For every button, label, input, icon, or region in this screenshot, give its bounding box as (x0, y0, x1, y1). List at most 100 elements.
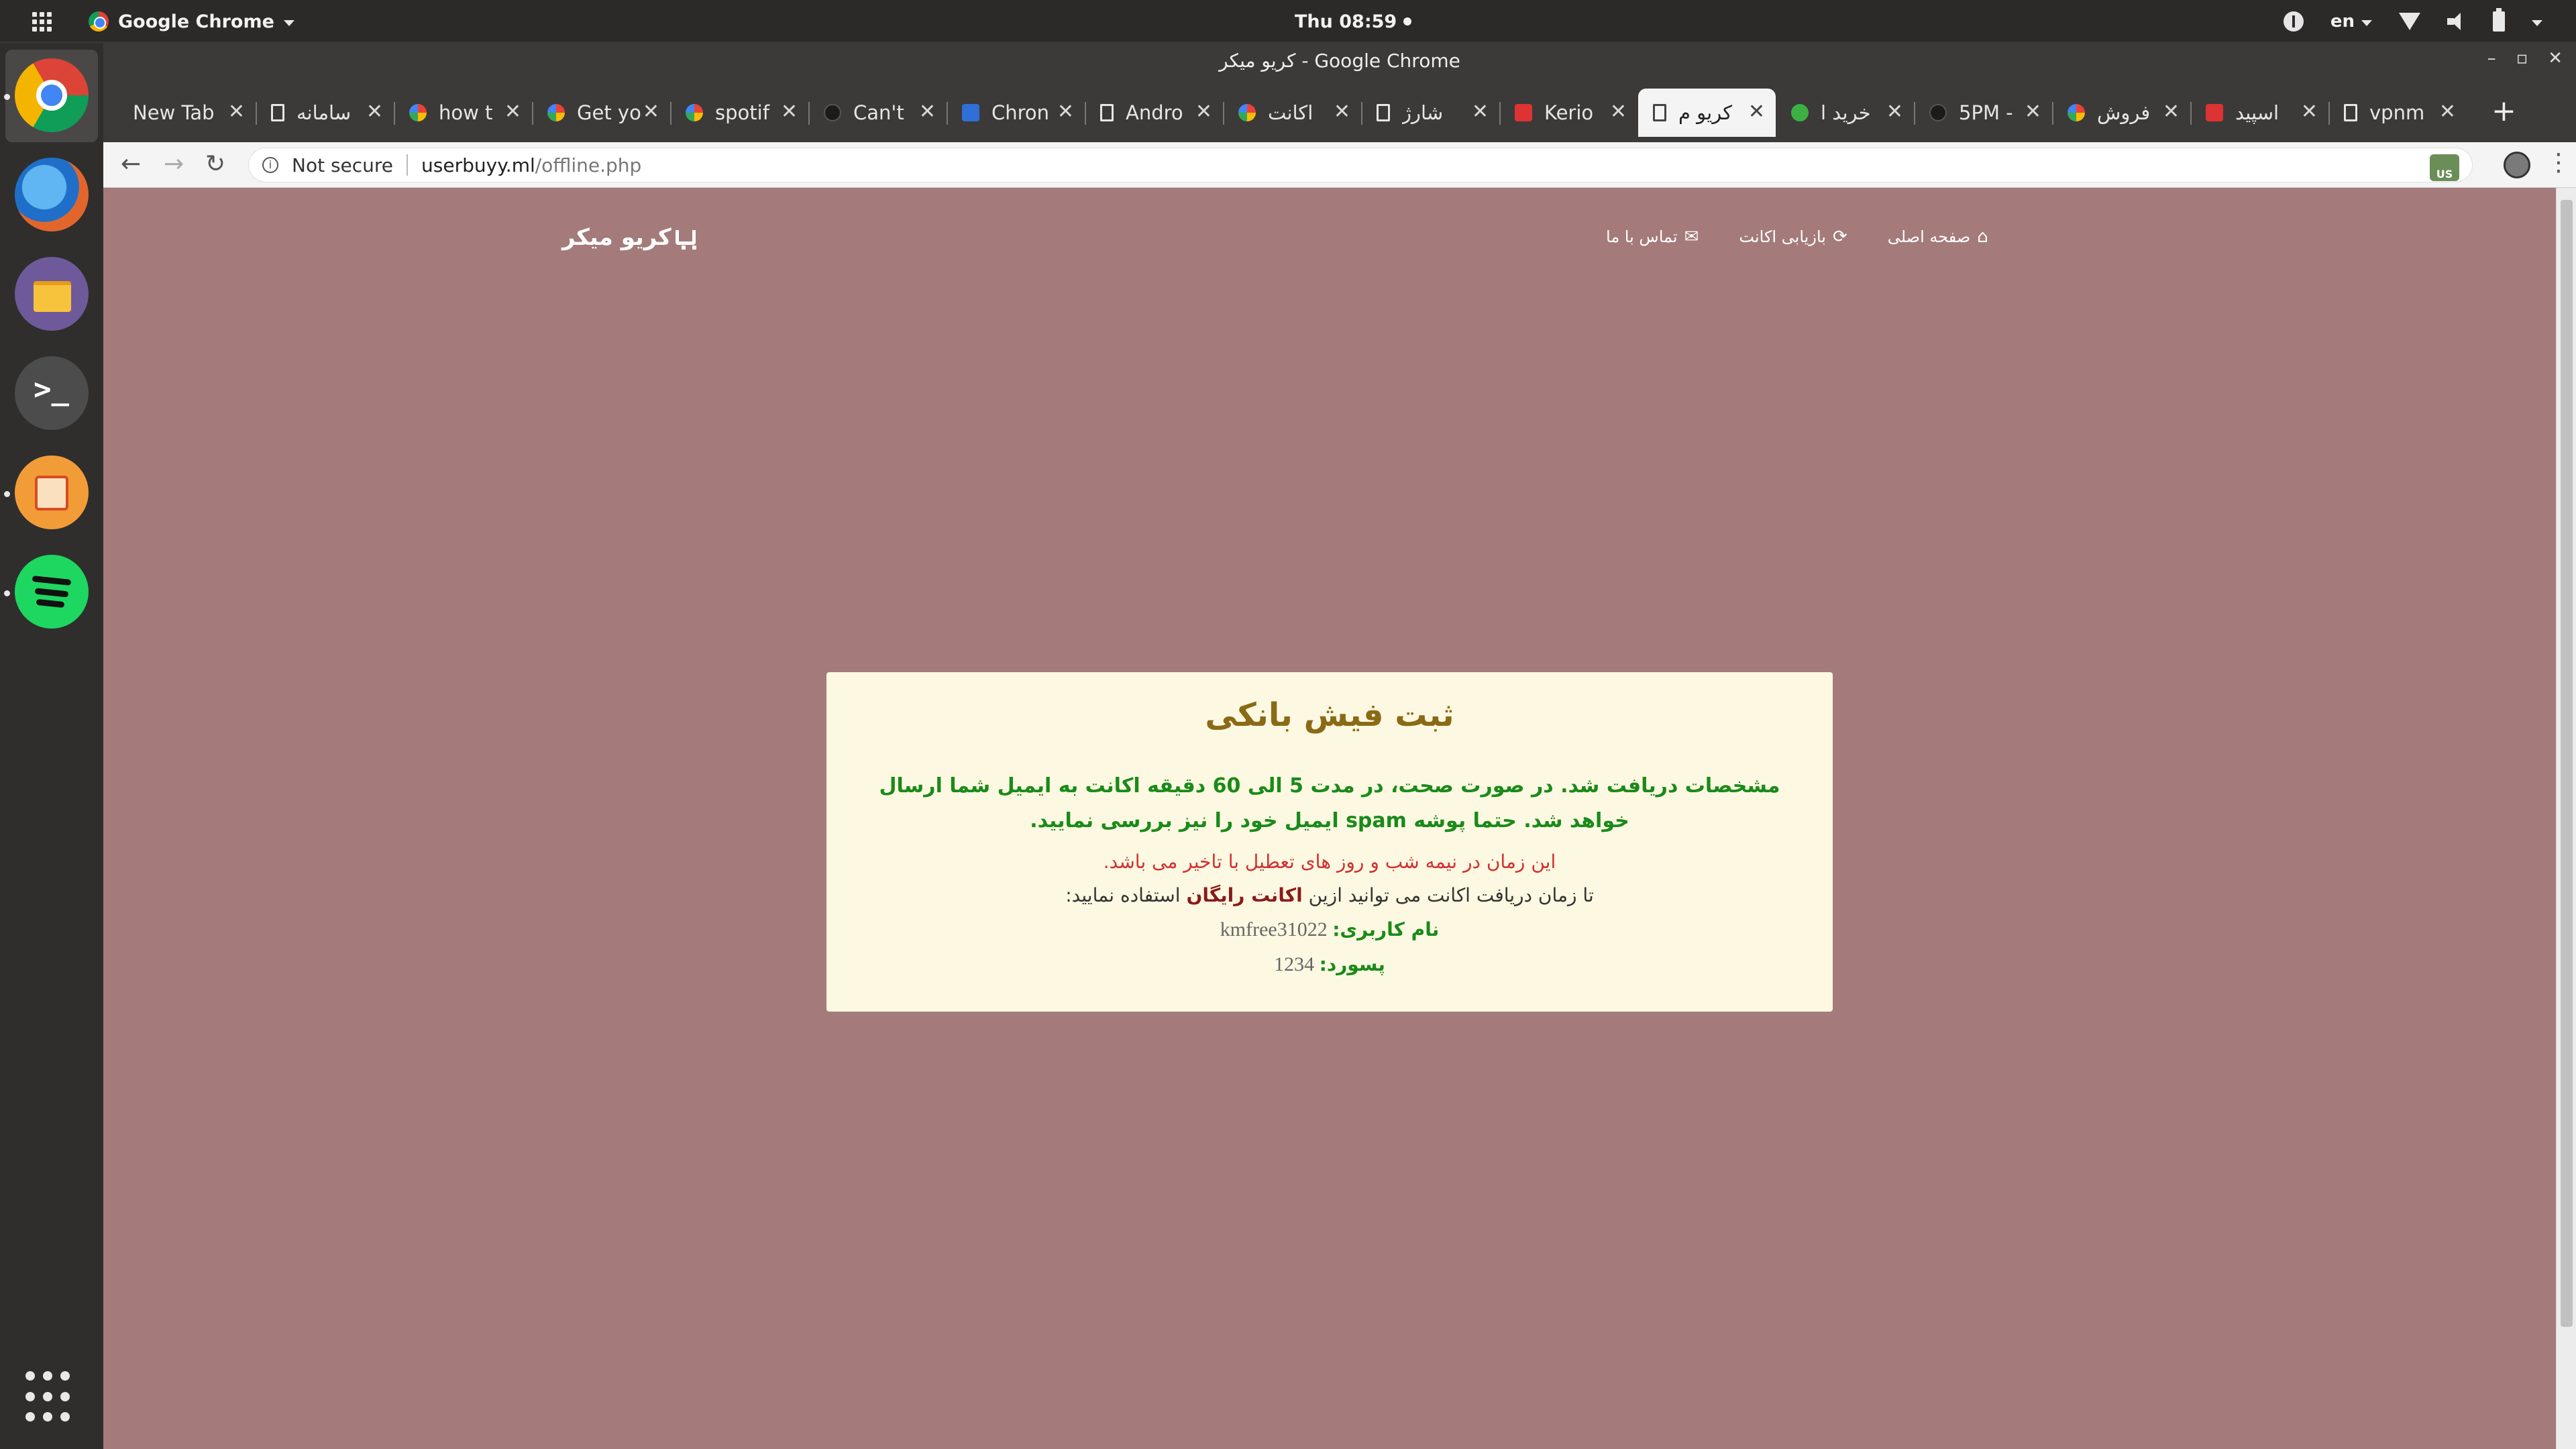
free-account-emphasis: اکانت رایگان (1186, 884, 1303, 906)
url-path: /offline.php (535, 154, 642, 176)
window-titlebar[interactable]: کریو میکر - Google Chrome – ▫ ✕ (103, 43, 2576, 79)
tab[interactable]: اسپید ✕ (2191, 89, 2328, 137)
reload-button[interactable]: ↻ (205, 150, 225, 178)
vpn-extension-icon[interactable]: US (2430, 154, 2459, 181)
dock-chrome-icon[interactable] (15, 58, 89, 132)
receipt-confirmation-card: ثبت فیش بانکی مشخصات دریافت شد. در صورت … (826, 672, 1833, 1012)
close-tab-icon[interactable]: ✕ (2301, 102, 2318, 122)
refresh-icon: ⟳ (1832, 227, 1847, 247)
tab-separator (2190, 102, 2192, 125)
new-tab-button[interactable]: + (2491, 94, 2516, 128)
doc-icon (1653, 104, 1666, 121)
dock-spotify-icon[interactable] (15, 555, 89, 629)
tab-separator (2052, 102, 2053, 125)
tab[interactable]: New Tab ✕ (118, 89, 256, 137)
close-tab-icon[interactable]: ✕ (1610, 102, 1627, 122)
dock-firefox-icon[interactable] (15, 158, 89, 231)
chrome-icon (89, 11, 109, 32)
close-tab-icon[interactable]: ✕ (1195, 102, 1212, 122)
close-tab-icon[interactable]: ✕ (781, 102, 798, 122)
nav-contact[interactable]: ✉ تماس با ما (1606, 227, 1699, 247)
dock-files-icon[interactable] (15, 257, 89, 331)
show-applications-icon[interactable] (25, 1371, 79, 1425)
close-tab-icon[interactable]: ✕ (1472, 102, 1489, 122)
clock-label: Thu 08:59 (1295, 11, 1397, 32)
tab[interactable]: spotif ✕ (671, 89, 808, 137)
tab-separator (670, 102, 672, 125)
close-window-button[interactable]: ✕ (2548, 48, 2563, 68)
minimize-button[interactable]: – (2487, 48, 2496, 68)
tab[interactable]: سامانه ✕ (256, 89, 394, 137)
close-tab-icon[interactable]: ✕ (2025, 102, 2041, 122)
tab[interactable]: Chron ✕ (947, 89, 1085, 137)
chrome-window: کریو میکر - Google Chrome – ▫ ✕ + New Ta… (103, 43, 2576, 1449)
google-icon (2068, 104, 2085, 121)
envelope-icon: ✉ (1684, 227, 1699, 247)
chrome-menu-button[interactable]: ⋮ (2546, 149, 2571, 176)
tab[interactable]: 5PM - ✕ (1915, 89, 2052, 137)
tab-separator (1914, 102, 1915, 125)
info-icon[interactable]: i (262, 157, 278, 173)
tab-separator (1499, 102, 1501, 125)
window-controls: – ▫ ✕ (2487, 48, 2563, 68)
system-tray[interactable]: en (2283, 8, 2542, 35)
tab[interactable]: خرید ا ✕ (1776, 89, 1914, 137)
password-value[interactable]: 1234 (1274, 953, 1314, 975)
close-tab-icon[interactable]: ✕ (1886, 102, 1903, 122)
close-tab-icon[interactable]: ✕ (2163, 102, 2180, 122)
chevron-down-icon (283, 19, 294, 26)
chat-icon (962, 104, 979, 121)
tab[interactable]: Kerio ✕ (1500, 89, 1638, 137)
tab[interactable]: Can't ✕ (809, 89, 947, 137)
close-tab-icon[interactable]: ✕ (1748, 102, 1765, 122)
running-indicator (4, 590, 10, 596)
app-menu-label: Google Chrome (118, 11, 274, 32)
tab[interactable]: کریو م ✕ (1638, 89, 1776, 137)
clock[interactable]: Thu 08:59 (1295, 8, 1412, 35)
nav-home[interactable]: ⌂ صفحه اصلی (1888, 227, 1988, 247)
wifi-icon[interactable] (2399, 13, 2420, 30)
close-tab-icon[interactable]: ✕ (504, 102, 521, 122)
dock-software-center-icon[interactable] (15, 455, 89, 529)
close-tab-icon[interactable]: ✕ (366, 102, 383, 122)
close-tab-icon[interactable]: ✕ (1334, 102, 1350, 122)
close-tab-icon[interactable]: ✕ (919, 102, 936, 122)
close-tab-icon[interactable]: ✕ (2439, 102, 2456, 122)
tab-separator (532, 102, 533, 125)
card-title: ثبت فیش بانکی (1205, 696, 1454, 734)
tab[interactable]: شارژ ✕ (1362, 89, 1499, 137)
maximize-button[interactable]: ▫ (2516, 48, 2528, 68)
tab[interactable]: Andro ✕ (1085, 89, 1223, 137)
doc-icon (271, 104, 284, 121)
close-tab-icon[interactable]: ✕ (228, 102, 245, 122)
language-selector[interactable]: en (2330, 11, 2372, 32)
nav-recover-account[interactable]: ⟳ بازیابی اکانت (1739, 227, 1847, 247)
address-bar[interactable]: i Not secure userbuyy.ml/offline.php ☆ (248, 148, 2473, 182)
activities-grid-icon[interactable] (32, 12, 52, 32)
username-value[interactable]: kmfree31022 (1220, 918, 1328, 941)
page-scrollbar[interactable] (2556, 188, 2576, 1449)
forward-button[interactable]: → (164, 150, 184, 178)
username-label: نام کاربری: (1332, 918, 1440, 941)
dock-terminal-icon[interactable] (15, 356, 89, 430)
google-icon (547, 104, 565, 121)
profile-avatar[interactable] (2504, 152, 2530, 178)
scrollbar-thumb[interactable] (2561, 200, 2573, 1327)
running-indicator (4, 491, 10, 497)
tab[interactable]: vpnm ✕ (2329, 89, 2467, 137)
accessibility-icon[interactable] (2283, 11, 2304, 32)
system-menu-chevron-icon[interactable] (2532, 19, 2542, 26)
tab-separator (1085, 102, 1086, 125)
dock (0, 43, 103, 1449)
back-button[interactable]: ← (121, 150, 141, 178)
app-menu[interactable]: Google Chrome (89, 8, 294, 35)
close-tab-icon[interactable]: ✕ (643, 102, 659, 122)
tab[interactable]: اکانت ✕ (1224, 89, 1361, 137)
tab[interactable]: Get yo ✕ (533, 89, 670, 137)
tab[interactable]: فروش ✕ (2053, 89, 2190, 137)
tab[interactable]: how t ✕ (394, 89, 532, 137)
site-brand[interactable]: کریو میکر (562, 224, 696, 251)
volume-icon[interactable] (2447, 13, 2466, 30)
battery-icon[interactable] (2493, 8, 2505, 32)
close-tab-icon[interactable]: ✕ (1057, 102, 1074, 122)
